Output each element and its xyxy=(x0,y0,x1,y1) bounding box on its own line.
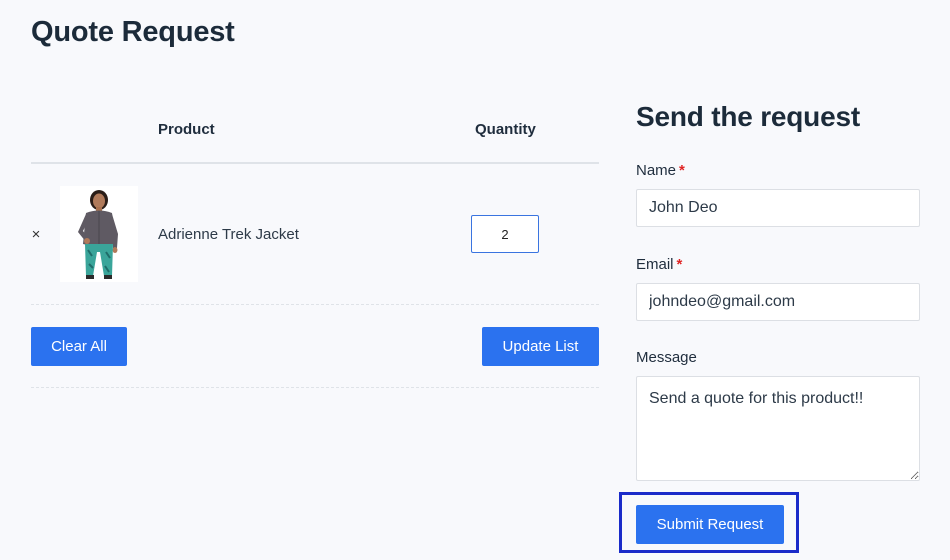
actions-divider xyxy=(31,387,599,388)
page-title: Quote Request xyxy=(31,16,235,48)
clear-all-button[interactable]: Clear All xyxy=(31,327,127,366)
email-field[interactable] xyxy=(636,283,920,321)
column-header-product: Product xyxy=(158,121,215,138)
form-title: Send the request xyxy=(636,101,860,132)
message-field[interactable]: Send a quote for this product!! xyxy=(636,376,920,481)
required-marker: * xyxy=(676,256,683,273)
email-label-text: Email xyxy=(636,256,674,273)
name-label: Name * xyxy=(636,162,685,179)
product-name[interactable]: Adrienne Trek Jacket xyxy=(158,226,299,243)
remove-item-icon[interactable]: × xyxy=(29,226,43,246)
table-header-divider xyxy=(31,162,599,164)
message-label: Message xyxy=(636,349,697,366)
product-thumbnail[interactable] xyxy=(60,186,138,282)
email-label: Email * xyxy=(636,256,682,273)
column-header-quantity: Quantity xyxy=(475,121,536,138)
name-label-text: Name xyxy=(636,162,677,179)
update-list-button[interactable]: Update List xyxy=(482,327,599,366)
product-image xyxy=(60,186,138,282)
name-field[interactable] xyxy=(636,189,920,227)
quantity-input[interactable] xyxy=(471,215,539,253)
row-divider xyxy=(31,304,599,305)
required-marker: * xyxy=(679,162,685,179)
submit-request-button[interactable]: Submit Request xyxy=(636,505,784,544)
